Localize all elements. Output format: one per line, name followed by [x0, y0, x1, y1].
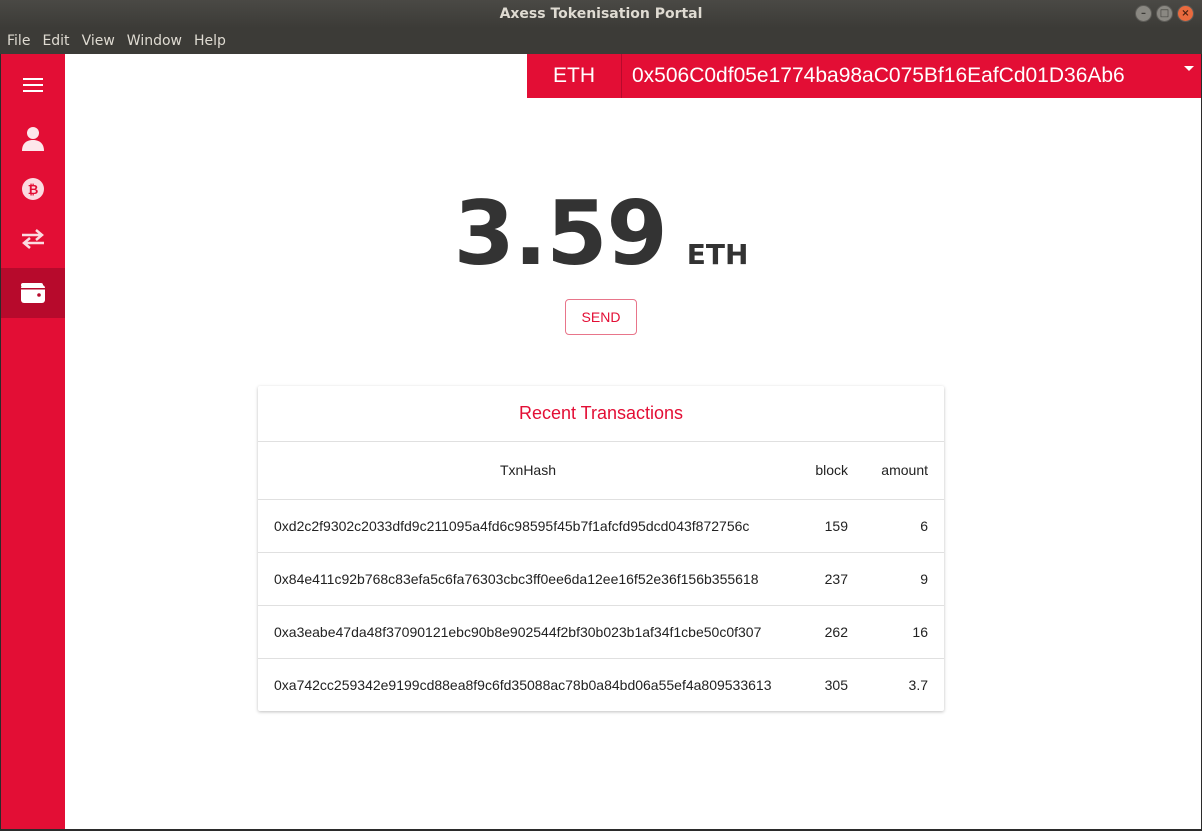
sidebar-item-profile[interactable] — [1, 114, 65, 164]
txn-amount: 9 — [848, 552, 944, 606]
send-button[interactable]: SEND — [565, 299, 637, 335]
menu-help[interactable]: Help — [194, 33, 226, 49]
window-titlebar: Axess Tokenisation Portal – □ × — [0, 0, 1202, 28]
txn-hash: 0xd2c2f9302c2033dfd9c211095a4fd6c98595f4… — [258, 499, 798, 553]
address-value: 0x506C0df05e1774ba98aC075Bf16EafCd01D36A… — [632, 64, 1125, 87]
txn-block: 237 — [798, 552, 848, 606]
user-icon — [22, 127, 44, 151]
table-row[interactable]: 0xd2c2f9302c2033dfd9c211095a4fd6c98595f4… — [258, 499, 944, 553]
column-header-amount: amount — [848, 442, 944, 500]
app-content: ₿ ETH 0x506C0df05e1774ba98aC075Bf16EafCd… — [1, 54, 1201, 829]
balance-display: 3.59 ETH — [1, 182, 1201, 285]
column-header-txnhash: TxnHash — [258, 442, 798, 500]
balance-unit: ETH — [686, 238, 749, 271]
currency-label[interactable]: ETH — [527, 54, 622, 98]
address-dropdown[interactable]: 0x506C0df05e1774ba98aC075Bf16EafCd01D36A… — [622, 54, 1201, 98]
balance-amount: 3.59 — [453, 182, 668, 285]
menu-icon — [23, 78, 43, 92]
minimize-icon[interactable]: – — [1135, 5, 1152, 22]
txn-block: 159 — [798, 499, 848, 553]
txn-amount: 6 — [848, 499, 944, 553]
txn-block: 305 — [824, 676, 848, 693]
table-header-row: TxnHash block amount — [258, 442, 944, 500]
close-icon[interactable]: × — [1177, 5, 1194, 22]
txn-hash: 0xa3eabe47da48f37090121ebc90b8e902544f2b… — [258, 605, 798, 659]
recent-transactions-card: Recent Transactions TxnHash block amount… — [258, 386, 944, 711]
window-title: Axess Tokenisation Portal — [499, 6, 703, 22]
maximize-icon[interactable]: □ — [1156, 5, 1173, 22]
menubar: File Edit View Window Help — [0, 28, 1202, 54]
txn-amount: 16 — [848, 605, 944, 659]
wallet-icon — [21, 283, 45, 303]
chevron-down-icon — [1184, 66, 1194, 71]
table-row[interactable]: 0xa3eabe47da48f37090121ebc90b8e902544f2b… — [258, 605, 944, 659]
sidebar-menu-button[interactable] — [1, 60, 65, 110]
table-row[interactable]: 0xa742cc259342e9199cd88ea8f9c6fd35088ac7… — [258, 658, 944, 711]
txn-hash: 0xa742cc259342e9199cd88ea8f9c6fd35088ac7… — [274, 676, 772, 693]
card-title: Recent Transactions — [258, 386, 944, 442]
txn-hash: 0x84e411c92b768c83efa5c6fa76303cbc3ff0ee… — [258, 552, 798, 606]
transactions-table: TxnHash block amount 0xd2c2f9302c2033dfd… — [258, 442, 944, 711]
account-selector[interactable]: ETH 0x506C0df05e1774ba98aC075Bf16EafCd01… — [527, 54, 1201, 98]
txn-block: 262 — [798, 605, 848, 659]
menu-view[interactable]: View — [82, 33, 115, 49]
menu-edit[interactable]: Edit — [42, 33, 69, 49]
menu-file[interactable]: File — [7, 33, 30, 49]
menu-window[interactable]: Window — [127, 33, 182, 49]
sidebar: ₿ — [1, 54, 65, 829]
table-row[interactable]: 0x84e411c92b768c83efa5c6fa76303cbc3ff0ee… — [258, 552, 944, 606]
column-header-block: block — [798, 442, 848, 500]
txn-amount: 3.7 — [908, 676, 928, 693]
